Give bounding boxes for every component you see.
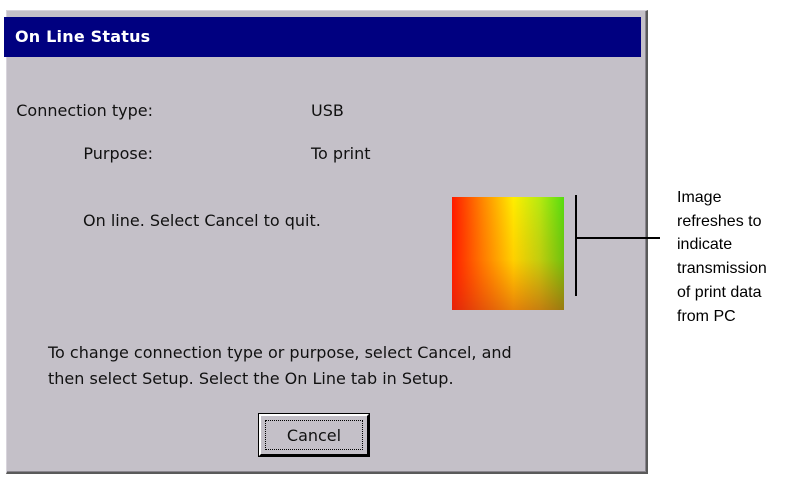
cancel-button-label: Cancel bbox=[286, 426, 342, 445]
setup-hint-line-2: then select Setup. Select the On Line ta… bbox=[48, 369, 454, 388]
callout-line-3: indicate bbox=[677, 236, 733, 254]
callout-leader-line bbox=[576, 237, 660, 239]
setup-hint-line-1: To change connection type or purpose, se… bbox=[48, 343, 512, 362]
purpose-label: Purpose: bbox=[83, 144, 153, 163]
callout-line-2: refreshes to bbox=[677, 212, 762, 230]
callout-line-1: Image bbox=[677, 189, 722, 206]
callout-annotation: Image refreshes to indicate transmission… bbox=[677, 186, 795, 328]
callout-line-4: transmission bbox=[677, 260, 767, 278]
on-line-status-dialog: On Line Status Connection type: USB Purp… bbox=[4, 10, 648, 474]
transmission-indicator-image bbox=[452, 197, 564, 310]
status-message: On line. Select Cancel to quit. bbox=[83, 211, 321, 230]
cancel-button[interactable]: Cancel bbox=[258, 413, 370, 457]
connection-type-value: USB bbox=[311, 101, 344, 120]
title-bar[interactable]: On Line Status bbox=[4, 17, 641, 57]
callout-bracket bbox=[575, 195, 577, 296]
dialog-title: On Line Status bbox=[15, 27, 151, 46]
callout-line-6: from PC bbox=[677, 307, 736, 325]
connection-type-label: Connection type: bbox=[16, 101, 153, 120]
purpose-value: To print bbox=[311, 144, 371, 163]
callout-line-5: of print data bbox=[677, 283, 762, 301]
screenshot-stage: On Line Status Connection type: USB Purp… bbox=[0, 0, 797, 487]
